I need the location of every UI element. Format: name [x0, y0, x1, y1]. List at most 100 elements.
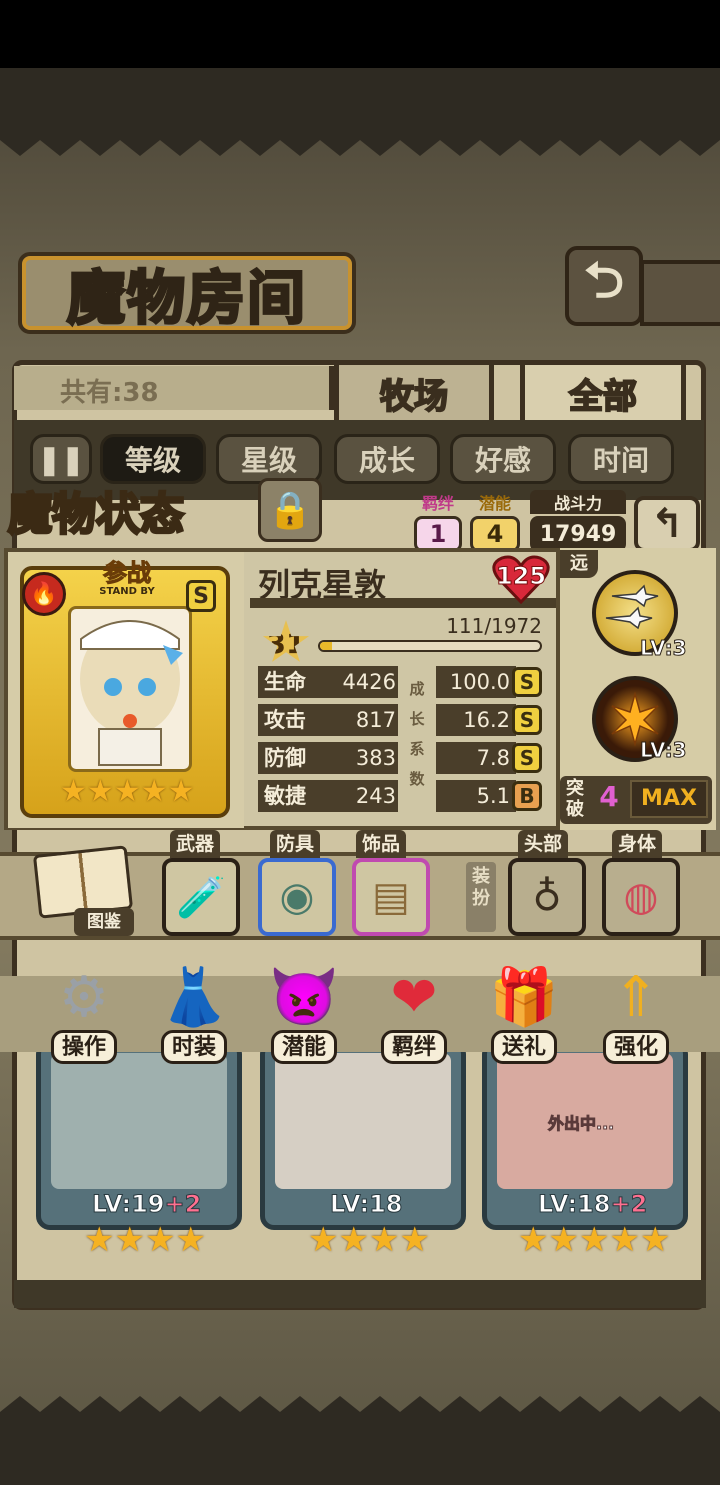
- star-icon: ★: [144, 1220, 176, 1260]
- panel-bottom-edge: [14, 1280, 706, 1308]
- return-icon: ⮌: [583, 250, 625, 309]
- status-bar: [0, 0, 720, 68]
- bond-value: 1: [414, 516, 462, 552]
- star-icon: ★: [140, 774, 168, 809]
- monster-portrait: [68, 606, 192, 772]
- enhance-button[interactable]: ⇑ 强化: [586, 960, 686, 1070]
- sort-growth-button[interactable]: 成长: [334, 434, 440, 484]
- exp-bar: [318, 640, 542, 652]
- bond-stat: 羁绊 1: [414, 490, 462, 552]
- star-icon: ★: [60, 774, 87, 809]
- lock-button[interactable]: 🔒: [258, 478, 322, 542]
- zigzag-border-top: [0, 136, 720, 156]
- armor-slot[interactable]: ◉: [258, 858, 336, 936]
- status-title-plate: 魔物状态: [7, 480, 248, 542]
- up-arrows-icon: ⇑: [612, 964, 660, 1030]
- stat-value: 4426: [342, 670, 396, 694]
- potential-stat: 潜能 4: [470, 490, 520, 552]
- stat-row-hp: 生命 4426 100.0 S: [258, 666, 548, 698]
- tab-all[interactable]: 全部: [520, 360, 686, 422]
- stat-value: 243: [355, 784, 396, 808]
- sort-time-button[interactable]: 时间: [568, 434, 674, 484]
- star-icon: ★: [578, 1220, 610, 1260]
- skill-level-2: LV:3: [639, 738, 687, 763]
- tab-ranch-label: 牧场: [379, 376, 449, 418]
- collar-icon: ◍: [623, 874, 659, 920]
- bottle-icon: 🧪: [176, 874, 226, 921]
- bond-button[interactable]: ❤ 羁绊: [364, 960, 464, 1070]
- sort-time-label: 时间: [592, 444, 649, 477]
- monster-chibi: [80, 620, 183, 766]
- accessory-slot[interactable]: ▤: [352, 858, 430, 936]
- roster-stars-3: ★ ★ ★ ★ ★: [518, 1220, 671, 1260]
- potential-button[interactable]: 👿 潜能: [254, 960, 354, 1070]
- sort-star-label: 星级: [240, 444, 297, 477]
- stat-growth: 16.2: [436, 704, 516, 736]
- operate-button[interactable]: ⚙ 操作: [34, 960, 134, 1070]
- hearts-icon: ❤: [390, 964, 438, 1030]
- head-slot[interactable]: ♁: [508, 858, 586, 936]
- breakthrough-label: 突破: [566, 778, 584, 820]
- gift-label: 送礼: [490, 1030, 557, 1064]
- growth-label-char: 系: [409, 740, 425, 758]
- star-icon: ★: [399, 1220, 430, 1260]
- range-badge: 远: [560, 550, 598, 578]
- star-icon: ★: [114, 1220, 145, 1260]
- shield-icon: ◉: [279, 874, 315, 920]
- standby-banner: 参战 STAND BY: [72, 560, 182, 600]
- bond-label: 羁绊: [380, 1030, 447, 1064]
- total-count-bar: 共有:38: [14, 366, 334, 410]
- stat-growth: 5.1: [436, 780, 516, 812]
- star-icon: ★: [368, 1220, 400, 1260]
- stat-growth: 100.0: [436, 666, 516, 698]
- lineup-return-button[interactable]: ↰: [634, 496, 700, 552]
- stat-row-attack: 攻击 817 16.2 S: [258, 704, 548, 736]
- necklace-icon: ♁: [532, 874, 562, 920]
- back-button[interactable]: ⮌: [565, 246, 643, 326]
- roster-stars-2: ★ ★ ★ ★: [308, 1220, 430, 1260]
- stat-grade: B: [512, 781, 542, 811]
- star-icon: ★: [167, 774, 195, 809]
- zigzag-border-bottom: [0, 1396, 720, 1416]
- sort-affection-label: 好感: [474, 444, 531, 477]
- codex-label: 图鉴: [74, 908, 134, 936]
- star-icon: ★: [175, 1220, 206, 1260]
- tab-ranch[interactable]: 牧场: [334, 360, 494, 422]
- roster-away-status: 外出中...: [547, 1114, 615, 1134]
- codex-button[interactable]: 图鉴: [30, 845, 134, 940]
- rank-badge: S: [186, 580, 216, 612]
- stat-value: 817: [355, 708, 396, 732]
- weapon-slot-label: 武器: [170, 830, 221, 858]
- star-icon: ★: [639, 1220, 671, 1260]
- roster-portrait-1: [51, 1053, 227, 1189]
- affection-heart: 125: [492, 554, 550, 605]
- sort-level-label: 等级: [124, 444, 181, 477]
- pause-icon: ❚❚: [37, 442, 85, 476]
- star-icon: ★: [338, 1220, 369, 1260]
- breakthrough-max-button[interactable]: MAX: [630, 780, 708, 818]
- top-dark-band: [0, 68, 720, 138]
- standby-label: 参战: [103, 559, 152, 587]
- roster-portrait-2: [275, 1053, 451, 1189]
- growth-label-char: 长: [409, 710, 425, 728]
- weapon-slot[interactable]: 🧪: [162, 858, 240, 936]
- body-slot-label: 身体: [612, 830, 663, 858]
- bottom-dark-band: [0, 1415, 720, 1485]
- stat-row-defense: 防御 383 7.8 S: [258, 742, 548, 774]
- gear-icon: ⚙: [58, 964, 110, 1030]
- stat-row-agility: 敏捷 243 5.1 B: [258, 780, 548, 812]
- sort-level-button[interactable]: 等级: [100, 434, 206, 484]
- roster-level-3: LV:18+2: [537, 1190, 648, 1219]
- sort-star-button[interactable]: 星级: [216, 434, 322, 484]
- pause-button[interactable]: ❚❚: [30, 434, 92, 484]
- fashion-button[interactable]: 👗 时装: [144, 960, 244, 1070]
- sort-affection-button[interactable]: 好感: [450, 434, 556, 484]
- chest-icon: ▤: [372, 874, 410, 920]
- skill-level-1: LV:3: [639, 636, 687, 661]
- gift-button[interactable]: 🎁 送礼: [474, 960, 574, 1070]
- dress-up-label: 装扮: [466, 862, 496, 932]
- body-slot[interactable]: ◍: [602, 858, 680, 936]
- room-title-plate: 魔物房间: [18, 252, 356, 334]
- potential-label: 潜能: [478, 494, 511, 513]
- power-label: 战斗力: [530, 490, 626, 514]
